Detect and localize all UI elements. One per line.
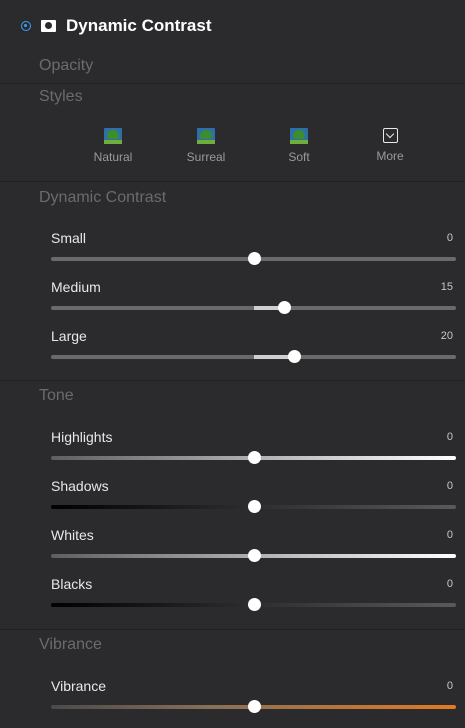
- slider-thumb[interactable]: [247, 549, 261, 562]
- slider-medium: Medium 15: [0, 279, 465, 329]
- slider-label: Whites: [51, 527, 94, 543]
- opacity-section-title[interactable]: Opacity: [39, 57, 93, 75]
- slider-thumb[interactable]: [247, 451, 261, 464]
- mask-layer-icon[interactable]: [41, 20, 56, 32]
- divider: [0, 83, 465, 84]
- slider-value[interactable]: 0: [447, 232, 453, 244]
- slider-value[interactable]: 0: [447, 431, 453, 443]
- tree-thumbnail-icon: [290, 128, 308, 144]
- slider-label: Medium: [51, 279, 101, 295]
- slider-vibrance: Vibrance 0: [0, 678, 465, 728]
- divider: [0, 380, 465, 381]
- slider-thumb[interactable]: [247, 700, 261, 713]
- panel-title: Dynamic Contrast: [66, 16, 212, 35]
- slider-value[interactable]: 15: [441, 281, 453, 293]
- chevron-down-box-icon: [382, 128, 398, 143]
- style-label: More: [376, 149, 404, 163]
- style-more-button[interactable]: More: [355, 128, 425, 163]
- dynamic-contrast-section-title[interactable]: Dynamic Contrast: [39, 189, 166, 207]
- slider-thumb[interactable]: [247, 252, 261, 265]
- slider-value[interactable]: 0: [447, 529, 453, 541]
- slider-highlights: Highlights 0: [0, 429, 465, 479]
- slider-label: Large: [51, 328, 87, 344]
- slider-value[interactable]: 20: [441, 330, 453, 342]
- style-natural[interactable]: Natural: [78, 128, 148, 164]
- slider-value[interactable]: 0: [447, 578, 453, 590]
- divider: [0, 181, 465, 182]
- style-label: Natural: [93, 150, 133, 164]
- slider-thumb[interactable]: [247, 598, 261, 611]
- tree-thumbnail-icon: [104, 128, 122, 144]
- divider: [0, 629, 465, 630]
- tree-thumbnail-icon: [197, 128, 215, 144]
- enable-radio-icon[interactable]: [21, 21, 31, 31]
- slider-large: Large 20: [0, 328, 465, 378]
- panel-header: Dynamic Contrast: [0, 0, 465, 52]
- slider-blacks: Blacks 0: [0, 576, 465, 626]
- slider-value[interactable]: 0: [447, 480, 453, 492]
- vibrance-section-title[interactable]: Vibrance: [39, 636, 102, 654]
- slider-label: Vibrance: [51, 678, 107, 694]
- style-label: Surreal: [186, 150, 226, 164]
- slider-shadows: Shadows 0: [0, 478, 465, 528]
- slider-small: Small 0: [0, 230, 465, 280]
- style-label: Soft: [288, 150, 310, 164]
- styles-section-title[interactable]: Styles: [39, 88, 83, 106]
- slider-thumb[interactable]: [247, 500, 261, 513]
- style-soft[interactable]: Soft: [264, 128, 334, 164]
- slider-value[interactable]: 0: [447, 680, 453, 692]
- slider-label: Blacks: [51, 576, 93, 592]
- slider-label: Small: [51, 230, 87, 246]
- tone-section-title[interactable]: Tone: [39, 387, 74, 405]
- style-surreal[interactable]: Surreal: [171, 128, 241, 164]
- slider-label: Highlights: [51, 429, 113, 445]
- slider-label: Shadows: [51, 478, 109, 494]
- slider-thumb[interactable]: [277, 301, 291, 314]
- slider-thumb[interactable]: [288, 350, 301, 363]
- slider-whites: Whites 0: [0, 527, 465, 577]
